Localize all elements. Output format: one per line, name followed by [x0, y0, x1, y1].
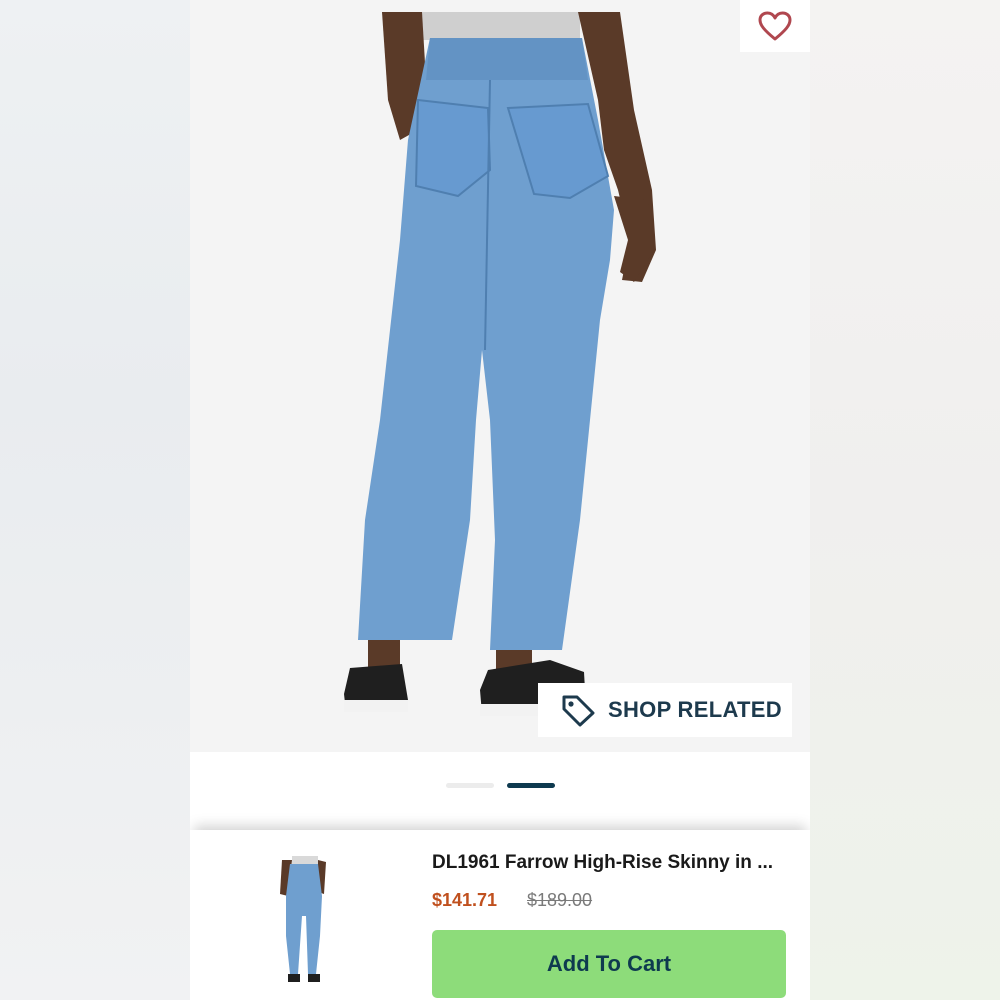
- carousel-dot-2-active[interactable]: [507, 783, 555, 788]
- product-screen: SHOP RELATED DL1961 Farrow High-Rise Ski…: [190, 0, 810, 1000]
- product-title[interactable]: DL1961 Farrow High-Rise Skinny in ...: [432, 852, 792, 874]
- tag-icon: [562, 695, 595, 727]
- product-image[interactable]: [190, 0, 810, 752]
- carousel-indicator: [190, 752, 810, 830]
- heart-icon: [758, 11, 792, 41]
- blurred-background-right: [810, 0, 1000, 1000]
- product-summary-bar: DL1961 Farrow High-Rise Skinny in ... $1…: [190, 830, 810, 1000]
- blurred-background-left: [0, 0, 190, 1000]
- add-to-cart-button[interactable]: Add To Cart: [432, 930, 786, 998]
- sale-price: $141.71: [432, 890, 498, 910]
- original-price: $189.00: [527, 890, 593, 910]
- shop-related-label: SHOP RELATED: [608, 697, 782, 722]
- shop-related-button[interactable]: SHOP RELATED: [538, 683, 792, 737]
- carousel-dot-1[interactable]: [446, 783, 494, 788]
- favorite-button[interactable]: [740, 0, 810, 52]
- jeans-photo: [344, 12, 656, 716]
- product-thumbnail[interactable]: [268, 856, 338, 988]
